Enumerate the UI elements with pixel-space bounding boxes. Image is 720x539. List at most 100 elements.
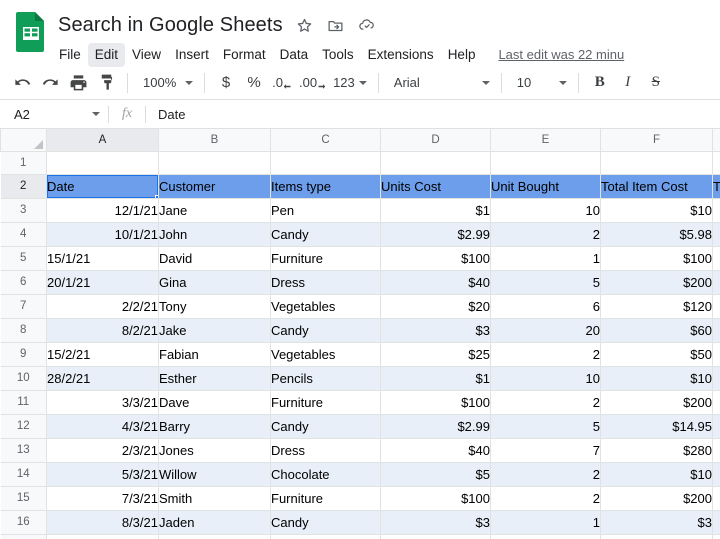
cell-d8[interactable]: $3	[380, 317, 491, 343]
cell-a13[interactable]: 2/3/21	[46, 437, 159, 463]
cell-b8[interactable]: Jake	[158, 317, 271, 343]
last-edit-status[interactable]: Last edit was 22 minu	[498, 46, 624, 64]
cell-a5[interactable]: 15/1/21	[46, 245, 159, 271]
cell-e2[interactable]: Unit Bought	[490, 173, 601, 199]
cell-c17[interactable]: Vegetabl	[270, 533, 381, 539]
redo-icon[interactable]	[36, 69, 64, 97]
cell-e16[interactable]: 1	[490, 509, 601, 535]
row-header-2[interactable]: 2	[0, 173, 47, 199]
cell-c8[interactable]: Candy	[270, 317, 381, 343]
cell-e5[interactable]: 1	[490, 245, 601, 271]
cell-g7[interactable]	[712, 293, 720, 319]
font-family-select[interactable]: Arial	[386, 70, 494, 96]
cell-a9[interactable]: 15/2/21	[46, 341, 159, 367]
cell-a4[interactable]: 10/1/21	[46, 221, 159, 247]
cell-d4[interactable]: $2.99	[380, 221, 491, 247]
cell-c3[interactable]: Pen	[270, 197, 381, 223]
menu-item-edit[interactable]: Edit	[87, 43, 126, 67]
cell-c5[interactable]: Furniture	[270, 245, 381, 271]
cell-b10[interactable]: Esther	[158, 365, 271, 391]
cell-f16[interactable]: $3	[600, 509, 713, 535]
cell-c16[interactable]: Candy	[270, 509, 381, 535]
cell-d3[interactable]: $1	[380, 197, 491, 223]
cell-b4[interactable]: John	[158, 221, 271, 247]
cell-d2[interactable]: Units Cost	[380, 173, 491, 199]
font-size-select[interactable]: 10	[509, 70, 571, 96]
cell-g6[interactable]	[712, 269, 720, 295]
cell-g17[interactable]	[712, 533, 720, 539]
column-header-e[interactable]: E	[490, 129, 601, 152]
formula-input[interactable]: Date	[146, 107, 720, 122]
cell-f14[interactable]: $10	[600, 461, 713, 487]
cell-g5[interactable]	[712, 245, 720, 271]
cell-g10[interactable]	[712, 365, 720, 391]
row-header-9[interactable]: 9	[0, 341, 47, 367]
menu-item-tools[interactable]: Tools	[315, 43, 361, 67]
row-header-13[interactable]: 13	[0, 437, 47, 463]
menu-item-extensions[interactable]: Extensions	[361, 43, 441, 67]
cell-a14[interactable]: 5/3/21	[46, 461, 159, 487]
cell-f3[interactable]: $10	[600, 197, 713, 223]
cell-f7[interactable]: $120	[600, 293, 713, 319]
cell-b9[interactable]: Fabian	[158, 341, 271, 367]
cell-e14[interactable]: 2	[490, 461, 601, 487]
italic-button[interactable]: I	[614, 69, 642, 97]
cell-d17[interactable]: $15	[380, 533, 491, 539]
column-header-g[interactable]: G	[712, 129, 720, 152]
star-icon[interactable]	[295, 15, 315, 35]
cell-d13[interactable]: $40	[380, 437, 491, 463]
cell-e7[interactable]: 6	[490, 293, 601, 319]
row-header-10[interactable]: 10	[0, 365, 47, 391]
column-header-d[interactable]: D	[380, 129, 491, 152]
menu-item-insert[interactable]: Insert	[168, 43, 216, 67]
cell-e8[interactable]: 20	[490, 317, 601, 343]
cell-c6[interactable]: Dress	[270, 269, 381, 295]
cell-d14[interactable]: $5	[380, 461, 491, 487]
cell-a6[interactable]: 20/1/21	[46, 269, 159, 295]
cell-f15[interactable]: $200	[600, 485, 713, 511]
cell-f17[interactable]: $90	[600, 533, 713, 539]
cell-e13[interactable]: 7	[490, 437, 601, 463]
cell-e12[interactable]: 5	[490, 413, 601, 439]
cell-a1[interactable]	[46, 150, 159, 175]
cell-c11[interactable]: Furniture	[270, 389, 381, 415]
menu-item-view[interactable]: View	[125, 43, 168, 67]
column-header-c[interactable]: C	[270, 129, 381, 152]
cell-g8[interactable]	[712, 317, 720, 343]
cell-b1[interactable]	[158, 150, 271, 175]
cell-a10[interactable]: 28/2/21	[46, 365, 159, 391]
row-header-14[interactable]: 14	[0, 461, 47, 487]
paint-format-icon[interactable]	[92, 69, 120, 97]
cell-d1[interactable]	[380, 150, 491, 175]
cell-e3[interactable]: 10	[490, 197, 601, 223]
cell-d9[interactable]: $25	[380, 341, 491, 367]
cell-f10[interactable]: $10	[600, 365, 713, 391]
cell-b3[interactable]: Jane	[158, 197, 271, 223]
row-header-6[interactable]: 6	[0, 269, 47, 295]
fill-handle[interactable]	[155, 194, 158, 197]
cell-g15[interactable]	[712, 485, 720, 511]
column-header-b[interactable]: B	[158, 129, 271, 152]
cell-e15[interactable]: 2	[490, 485, 601, 511]
cell-g1[interactable]	[712, 150, 720, 175]
cell-f6[interactable]: $200	[600, 269, 713, 295]
cell-d7[interactable]: $20	[380, 293, 491, 319]
cell-g4[interactable]	[712, 221, 720, 247]
decrease-decimal-button[interactable]: .0	[268, 69, 296, 97]
menu-item-data[interactable]: Data	[273, 43, 316, 67]
cell-d5[interactable]: $100	[380, 245, 491, 271]
move-to-folder-icon[interactable]	[326, 15, 346, 35]
cell-e10[interactable]: 10	[490, 365, 601, 391]
cell-g2[interactable]: T	[712, 173, 720, 199]
cell-f8[interactable]: $60	[600, 317, 713, 343]
menu-item-format[interactable]: Format	[216, 43, 273, 67]
increase-decimal-button[interactable]: .00	[296, 69, 329, 97]
cell-a17[interactable]: 9/3/21	[46, 533, 159, 539]
cell-e1[interactable]	[490, 150, 601, 175]
cell-b6[interactable]: Gina	[158, 269, 271, 295]
cell-f2[interactable]: Total Item Cost	[600, 173, 713, 199]
cell-d15[interactable]: $100	[380, 485, 491, 511]
cell-c2[interactable]: Items type	[270, 173, 381, 199]
cell-f11[interactable]: $200	[600, 389, 713, 415]
cell-d10[interactable]: $1	[380, 365, 491, 391]
